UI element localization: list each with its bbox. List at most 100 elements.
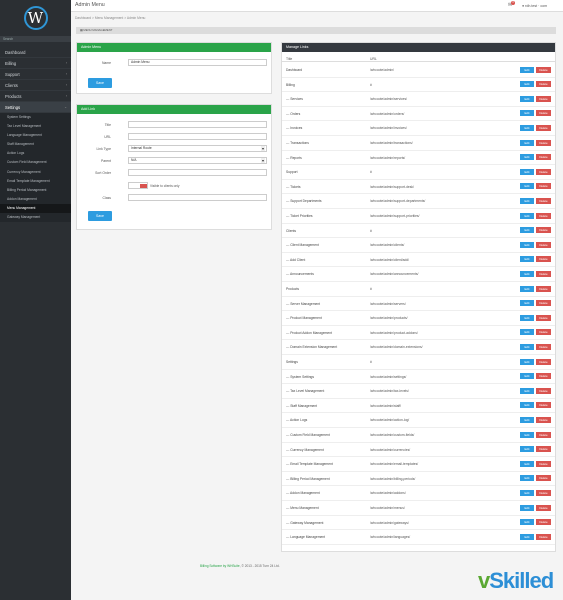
edit-button[interactable]: Edit [520, 139, 534, 146]
delete-button[interactable]: Delete [536, 416, 551, 423]
sidebar-subitem[interactable]: Currency Management [0, 168, 71, 177]
user-menu[interactable]: ● rdh.test · com [522, 4, 547, 8]
edit-button[interactable]: Edit [520, 197, 534, 204]
sidebar-subitem[interactable]: System Settings [0, 113, 71, 122]
class-field[interactable] [128, 194, 267, 201]
sidebar-subitem[interactable]: Billing Period Management [0, 186, 71, 195]
table-row: Support # Edit Delete [282, 165, 555, 180]
delete-button[interactable]: Delete [536, 489, 551, 496]
sidebar-subitem[interactable]: Addon Management [0, 195, 71, 204]
edit-button[interactable]: Edit [520, 256, 534, 263]
title-field[interactable] [128, 121, 267, 128]
edit-button[interactable]: Edit [520, 270, 534, 277]
edit-button[interactable]: Edit [520, 154, 534, 161]
edit-button[interactable]: Edit [520, 489, 534, 496]
edit-button[interactable]: Edit [520, 183, 534, 190]
edit-button[interactable]: Edit [520, 387, 534, 394]
search-input[interactable]: Search [0, 36, 71, 42]
delete-button[interactable]: Delete [536, 241, 551, 248]
link-title: --- Invoices [286, 126, 303, 131]
sort-order-field[interactable] [128, 169, 267, 176]
delete-button[interactable]: Delete [536, 475, 551, 482]
edit-button[interactable]: Edit [520, 300, 534, 307]
sidebar-subitem[interactable]: Language Management [0, 131, 71, 140]
delete-button[interactable]: Delete [536, 504, 551, 511]
delete-button[interactable]: Delete [536, 95, 551, 102]
edit-button[interactable]: Edit [520, 519, 534, 526]
link-title: Billing [286, 82, 295, 87]
delete-button[interactable]: Delete [536, 168, 551, 175]
delete-button[interactable]: Delete [536, 343, 551, 350]
add-link-save-button[interactable]: Save [88, 211, 112, 221]
edit-button[interactable]: Edit [520, 285, 534, 292]
edit-button[interactable]: Edit [520, 358, 534, 365]
edit-button[interactable]: Edit [520, 373, 534, 380]
sidebar-item-clients[interactable]: Clients ‹ [0, 80, 71, 91]
sidebar-item-products[interactable]: Products ‹ [0, 91, 71, 102]
delete-button[interactable]: Delete [536, 519, 551, 526]
delete-button[interactable]: Delete [536, 329, 551, 336]
delete-button[interactable]: Delete [536, 197, 551, 204]
delete-button[interactable]: Delete [536, 227, 551, 234]
edit-button[interactable]: Edit [520, 504, 534, 511]
edit-button[interactable]: Edit [520, 95, 534, 102]
name-field[interactable]: Admin Menu [128, 59, 267, 66]
delete-button[interactable]: Delete [536, 314, 551, 321]
delete-button[interactable]: Delete [536, 373, 551, 380]
edit-button[interactable]: Edit [520, 241, 534, 248]
edit-button[interactable]: Edit [520, 460, 534, 467]
edit-button[interactable]: Edit [520, 314, 534, 321]
edit-button[interactable]: Edit [520, 168, 534, 175]
delete-button[interactable]: Delete [536, 124, 551, 131]
edit-button[interactable]: Edit [520, 227, 534, 234]
delete-button[interactable]: Delete [536, 460, 551, 467]
delete-button[interactable]: Delete [536, 533, 551, 540]
sidebar-item-support[interactable]: Support ‹ [0, 69, 71, 80]
edit-button[interactable]: Edit [520, 416, 534, 423]
sidebar-subitem[interactable]: Gateway Management [0, 213, 71, 222]
sidebar-subitem[interactable]: Tax Level Management [0, 122, 71, 131]
delete-button[interactable]: Delete [536, 183, 551, 190]
sidebar-subitem[interactable]: Action Logs [0, 149, 71, 158]
delete-button[interactable]: Delete [536, 270, 551, 277]
visible-toggle[interactable] [128, 182, 148, 189]
edit-button[interactable]: Edit [520, 124, 534, 131]
delete-button[interactable]: Delete [536, 256, 551, 263]
delete-button[interactable]: Delete [536, 431, 551, 438]
delete-button[interactable]: Delete [536, 300, 551, 307]
delete-button[interactable]: Delete [536, 446, 551, 453]
edit-button[interactable]: Edit [520, 81, 534, 88]
sidebar-item-billing[interactable]: Billing ‹ [0, 58, 71, 69]
edit-button[interactable]: Edit [520, 66, 534, 73]
url-field[interactable] [128, 133, 267, 140]
link-type-select[interactable]: Internal Route [128, 145, 267, 152]
footer-brand-link[interactable]: Billing Software by WHSuite [200, 564, 240, 568]
edit-button[interactable]: Edit [520, 475, 534, 482]
sidebar-subitem[interactable]: Menu Management [0, 203, 71, 214]
delete-button[interactable]: Delete [536, 81, 551, 88]
delete-button[interactable]: Delete [536, 358, 551, 365]
edit-button[interactable]: Edit [520, 343, 534, 350]
edit-button[interactable]: Edit [520, 329, 534, 336]
sidebar-subitem[interactable]: Email Template Management [0, 177, 71, 186]
edit-button[interactable]: Edit [520, 446, 534, 453]
delete-button[interactable]: Delete [536, 139, 551, 146]
delete-button[interactable]: Delete [536, 212, 551, 219]
parent-select[interactable]: N/A [128, 157, 267, 164]
delete-button[interactable]: Delete [536, 402, 551, 409]
sidebar-item-settings[interactable]: Settings ⌄ [0, 102, 71, 113]
sidebar-subitem[interactable]: Staff Management [0, 140, 71, 149]
delete-button[interactable]: Delete [536, 285, 551, 292]
sidebar-subitem[interactable]: Custom Field Management [0, 158, 71, 167]
delete-button[interactable]: Delete [536, 154, 551, 161]
delete-button[interactable]: Delete [536, 110, 551, 117]
edit-button[interactable]: Edit [520, 110, 534, 117]
delete-button[interactable]: Delete [536, 66, 551, 73]
edit-button[interactable]: Edit [520, 431, 534, 438]
save-button[interactable]: Save [88, 78, 112, 88]
edit-button[interactable]: Edit [520, 533, 534, 540]
delete-button[interactable]: Delete [536, 387, 551, 394]
edit-button[interactable]: Edit [520, 212, 534, 219]
sidebar-item-dashboard[interactable]: Dashboard [0, 47, 71, 58]
edit-button[interactable]: Edit [520, 402, 534, 409]
